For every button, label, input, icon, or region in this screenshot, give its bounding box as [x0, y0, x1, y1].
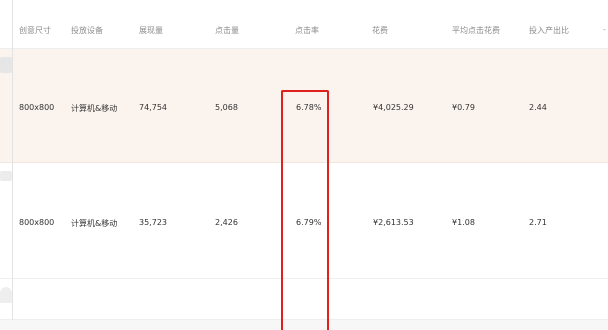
column-divider [12, 0, 13, 320]
table-header: 创意尺寸 投放设备 展现量 点击量 点击率 花费 平均点击花费 投入产出比 - [0, 0, 608, 49]
cell-avg-cpc: ¥1.08 [452, 218, 475, 227]
cell-cost: ¥2,613.53 [373, 218, 414, 227]
cell-avg-cpc: ¥0.79 [452, 103, 475, 112]
cell-impressions: 35,723 [139, 218, 167, 227]
column-header-avg-cpc[interactable]: 平均点击花费 [452, 25, 500, 36]
cell-device: 计算机&移动 [71, 104, 118, 113]
creative-thumbnail[interactable] [0, 57, 12, 73]
cell-roi: 2.44 [529, 103, 547, 112]
column-header-device[interactable]: 投放设备 [71, 25, 103, 36]
cell-clicks: 5,068 [215, 103, 238, 112]
column-header-roi[interactable]: 投入产出比 [529, 25, 569, 36]
column-header-impressions[interactable]: 展现量 [139, 25, 163, 36]
cell-clicks: 2,426 [215, 218, 238, 227]
column-header-ctr[interactable]: 点击率 [295, 25, 319, 36]
cell-size: 800x800 [19, 103, 55, 112]
cell-size: 800x800 [19, 218, 55, 227]
creative-thumbnail[interactable] [0, 287, 12, 303]
cell-roi: 2.71 [529, 218, 547, 227]
column-header-creative-size[interactable]: 创意尺寸 [19, 25, 51, 36]
cell-device: 计算机&移动 [71, 219, 118, 228]
column-header-truncated[interactable]: - [603, 25, 606, 34]
column-header-clicks[interactable]: 点击量 [215, 25, 239, 36]
creative-thumbnail[interactable] [0, 171, 12, 181]
ctr-highlight-box [281, 90, 329, 330]
column-header-cost[interactable]: 花费 [372, 25, 388, 36]
cell-cost: ¥4,025.29 [373, 103, 414, 112]
cell-impressions: 74,754 [139, 103, 167, 112]
